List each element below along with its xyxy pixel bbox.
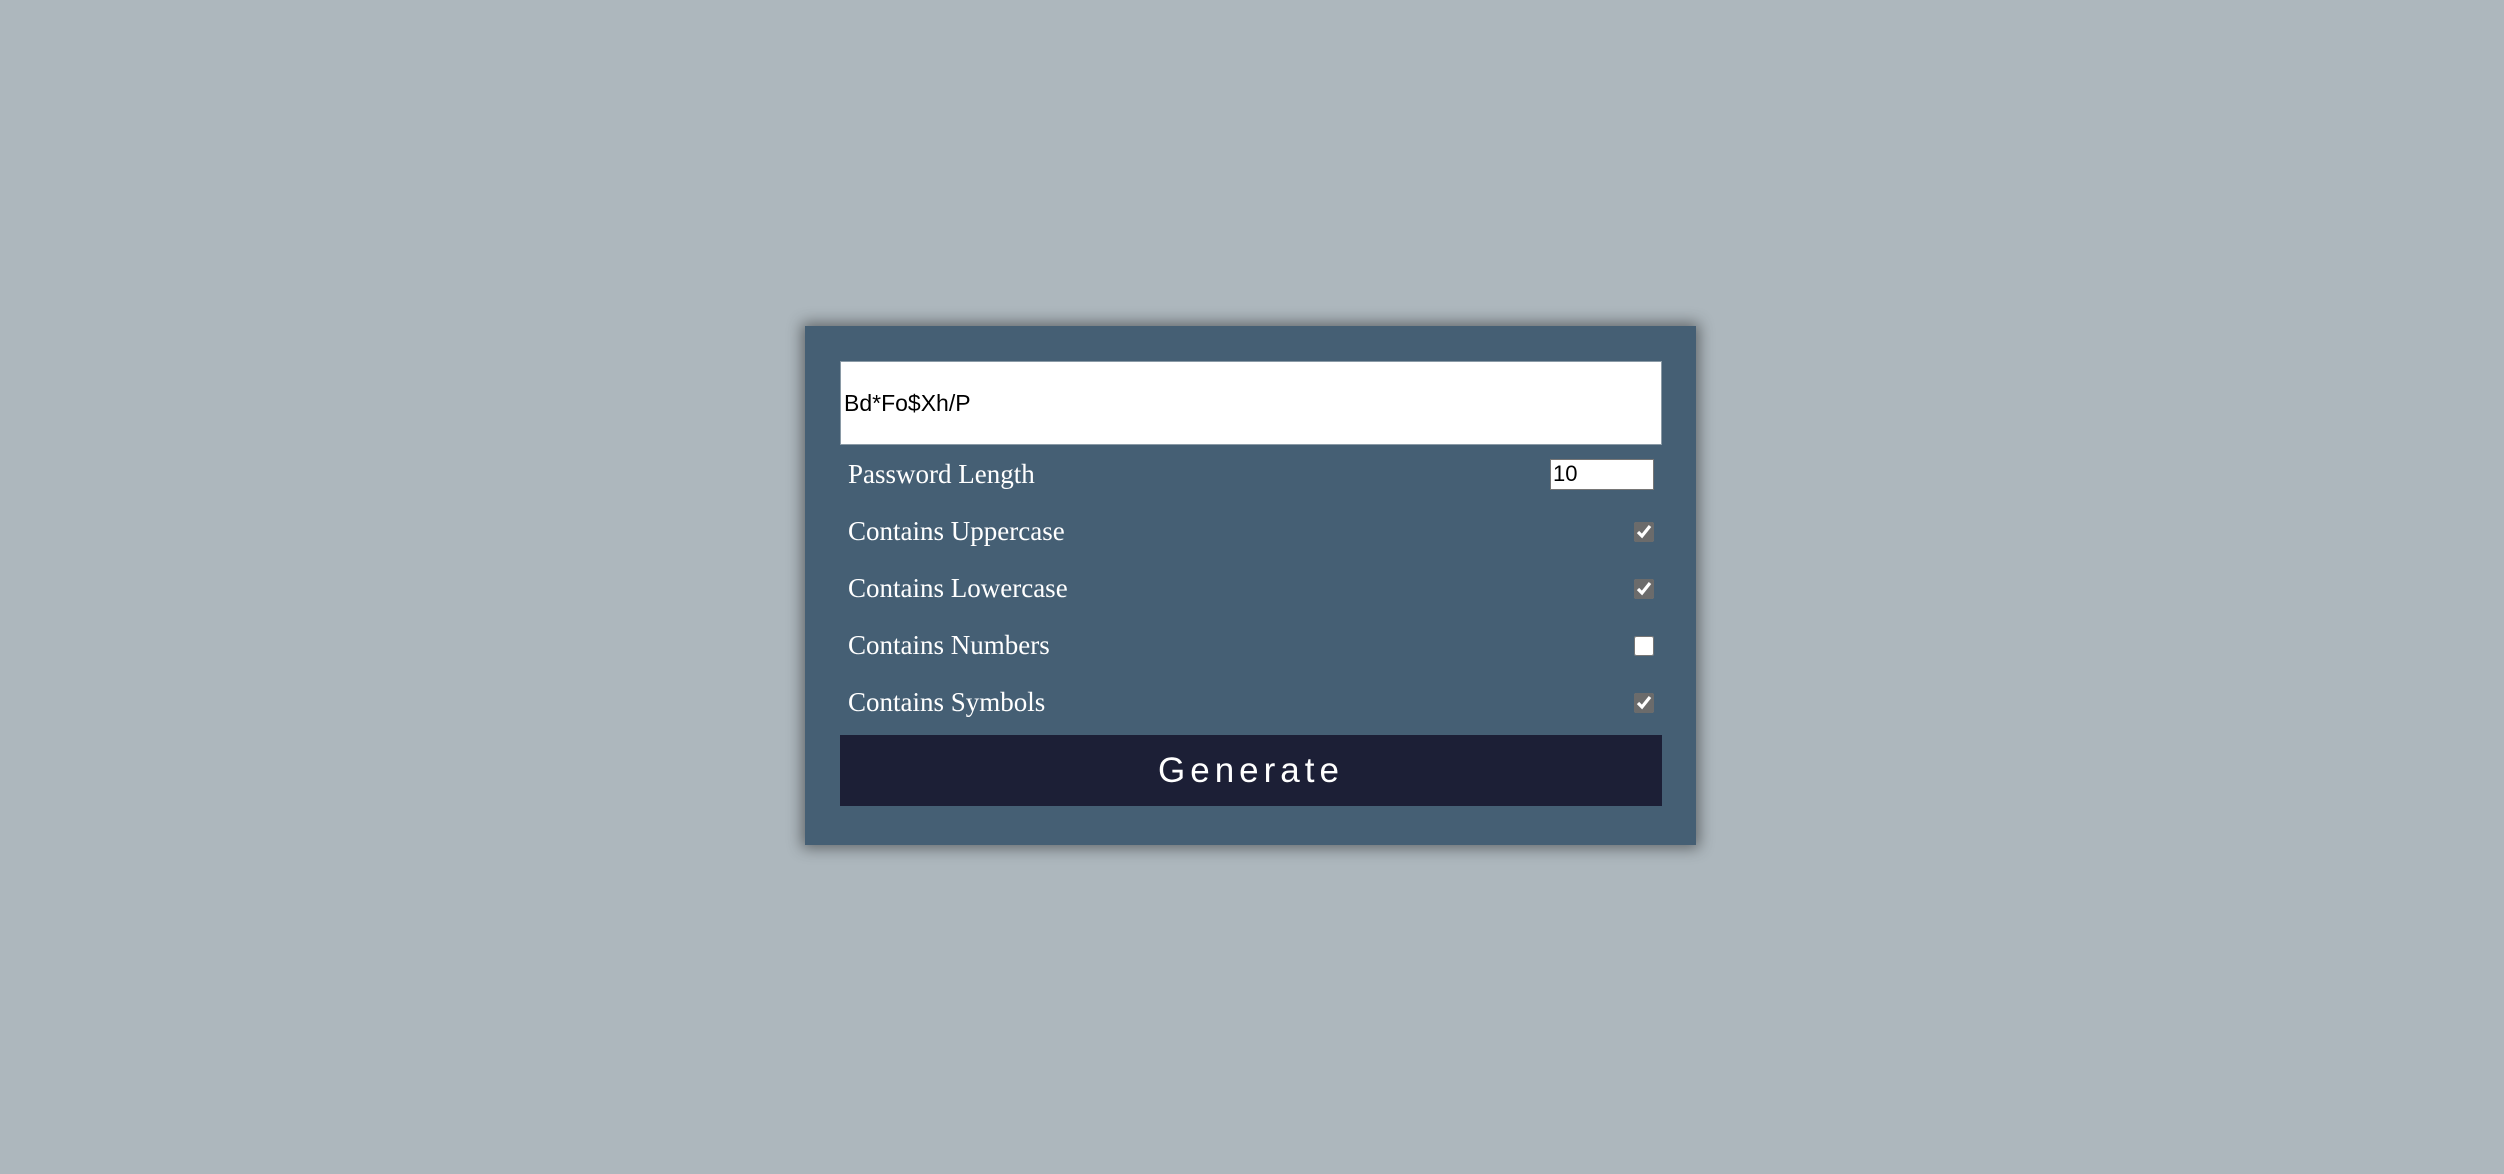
password-generator-card: Password Length Contains Uppercase Conta… — [805, 326, 1696, 845]
option-label-lowercase: Contains Lowercase — [848, 573, 1068, 603]
option-label-uppercase: Contains Uppercase — [848, 516, 1065, 546]
numbers-checkbox[interactable] — [1634, 635, 1654, 656]
symbols-checkbox[interactable] — [1634, 692, 1654, 713]
password-output-field[interactable] — [840, 361, 1662, 445]
option-label-symbols: Contains Symbols — [848, 687, 1046, 717]
password-length-input[interactable] — [1550, 458, 1654, 490]
option-row-numbers: Contains Numbers — [840, 617, 1662, 674]
option-row-lowercase: Contains Lowercase — [840, 560, 1662, 617]
option-row-symbols: Contains Symbols — [840, 674, 1662, 731]
option-label-numbers: Contains Numbers — [848, 630, 1050, 660]
option-row-uppercase: Contains Uppercase — [840, 503, 1662, 560]
generate-button[interactable]: Generate — [840, 735, 1662, 806]
password-length-label: Password Length — [848, 458, 1035, 489]
lowercase-checkbox[interactable] — [1634, 578, 1654, 599]
uppercase-checkbox[interactable] — [1634, 521, 1654, 542]
password-length-row: Password Length — [840, 445, 1662, 503]
